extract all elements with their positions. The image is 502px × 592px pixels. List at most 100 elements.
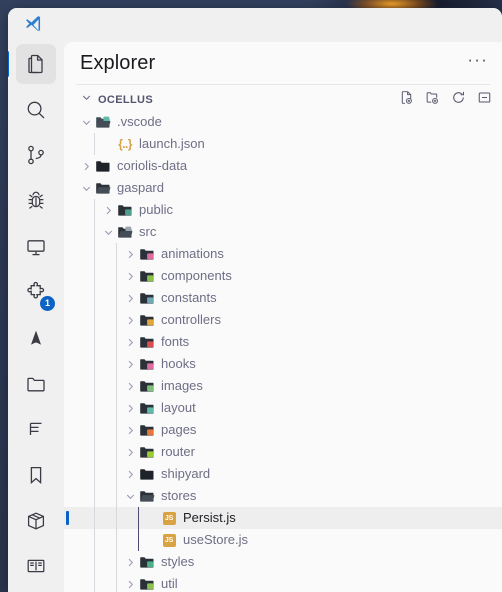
folder-hooks-icon <box>138 353 156 375</box>
indent-spacer <box>64 353 122 375</box>
tree-folder-row[interactable]: util <box>64 573 502 592</box>
folder-plain-icon <box>138 463 156 485</box>
refresh-icon[interactable] <box>451 90 466 110</box>
tree-file-row[interactable]: JS Persist.js <box>64 507 502 529</box>
tree-folder-row[interactable]: router <box>64 441 502 463</box>
new-folder-icon[interactable] <box>425 90 440 110</box>
indent-spacer <box>64 419 122 441</box>
tree-row-label: launch.json <box>139 136 205 151</box>
folder-components-icon <box>138 265 156 287</box>
activitybar-item-remote-explorer[interactable] <box>16 227 56 267</box>
indent-guide <box>116 485 117 507</box>
explorer-root-folder-row[interactable]: OCELLUS <box>64 89 502 111</box>
chevron-down-icon[interactable] <box>78 111 94 133</box>
activitybar-item-run-and-debug[interactable] <box>16 181 56 221</box>
chevron-right-icon[interactable] <box>122 375 138 397</box>
tree-file-row[interactable]: {..} launch.json <box>64 133 502 155</box>
activity-bar: 1 <box>8 42 64 592</box>
chevron-right-icon[interactable] <box>122 441 138 463</box>
chevron-right-icon[interactable] <box>122 397 138 419</box>
activitybar-item-explorer[interactable] <box>8 44 56 84</box>
chevron-down-icon[interactable] <box>122 485 138 507</box>
chevron-right-icon[interactable] <box>122 265 138 287</box>
chevron-right-icon[interactable] <box>100 199 116 221</box>
chevron-right-icon[interactable] <box>122 419 138 441</box>
tree-folder-row[interactable]: hooks <box>64 353 502 375</box>
bookmark-icon <box>24 463 48 487</box>
chevron-down-icon[interactable] <box>80 91 93 109</box>
file-tree[interactable]: .vscode {..} launch.json coriolis-data gaspa… <box>64 111 502 592</box>
indent-guide <box>94 485 95 507</box>
indent-guide <box>94 243 95 265</box>
tree-folder-row[interactable]: styles <box>64 551 502 573</box>
chevron-right-icon[interactable] <box>122 243 138 265</box>
chevron-down-icon[interactable] <box>78 177 94 199</box>
tree-folder-row[interactable]: animations <box>64 243 502 265</box>
activitybar-item-bookmarks[interactable] <box>16 455 56 495</box>
indent-guide <box>94 265 95 287</box>
folder-router-icon <box>138 441 156 463</box>
indent-guide <box>94 397 95 419</box>
chevron-right-icon[interactable] <box>122 353 138 375</box>
tree-row-label: coriolis-data <box>117 158 188 173</box>
folder-src-open-icon <box>116 221 134 243</box>
chevron-right-icon[interactable] <box>122 331 138 353</box>
indent-guide <box>138 529 139 551</box>
chevron-down-icon[interactable] <box>100 221 116 243</box>
tree-folder-row[interactable]: components <box>64 265 502 287</box>
folder-styles-icon <box>138 551 156 573</box>
json-file-icon: {..} <box>118 137 132 151</box>
chevron-right-icon[interactable] <box>122 573 138 592</box>
chevron-right-icon[interactable] <box>122 463 138 485</box>
tree-folder-row[interactable]: gaspard <box>64 177 502 199</box>
tree-folder-row[interactable]: .vscode <box>64 111 502 133</box>
tree-folder-row[interactable]: controllers <box>64 309 502 331</box>
tree-folder-row[interactable]: shipyard <box>64 463 502 485</box>
indent-guide <box>94 507 95 529</box>
tree-folder-row[interactable]: public <box>64 199 502 221</box>
indent-spacer <box>64 243 122 265</box>
indent-guide <box>94 529 95 551</box>
activitybar-item-extensions[interactable]: 1 <box>16 272 56 312</box>
activitybar-item-documentation[interactable] <box>16 546 56 586</box>
open-book-icon <box>24 554 48 578</box>
activitybar-item-source-control[interactable] <box>16 135 56 175</box>
indent-guide <box>116 507 117 529</box>
indent-guide <box>138 507 139 529</box>
explorer-more-actions-button[interactable]: ··· <box>467 51 488 71</box>
tree-row-label: hooks <box>161 356 196 371</box>
tree-row-label: animations <box>161 246 224 261</box>
activitybar-item-project-manager[interactable] <box>16 364 56 404</box>
tree-row-label: fonts <box>161 334 190 349</box>
tree-folder-row[interactable]: coriolis-data <box>64 155 502 177</box>
indent-spacer <box>64 507 144 529</box>
tree-folder-row[interactable]: src <box>64 221 502 243</box>
indent-guide <box>94 309 95 331</box>
activitybar-item-search[interactable] <box>16 90 56 130</box>
indent-guide <box>116 309 117 331</box>
tree-folder-row[interactable]: layout <box>64 397 502 419</box>
indent-guide <box>94 353 95 375</box>
tree-folder-row[interactable]: constants <box>64 287 502 309</box>
tree-row-label: Persist.js <box>183 510 236 525</box>
activitybar-item-outline[interactable] <box>16 409 56 449</box>
collapse-all-icon[interactable] <box>477 90 492 110</box>
chevron-right-icon[interactable] <box>122 551 138 573</box>
chevron-right-icon[interactable] <box>122 287 138 309</box>
search-icon <box>24 98 48 122</box>
tree-folder-row[interactable]: stores <box>64 485 502 507</box>
new-file-icon[interactable] <box>399 90 414 110</box>
tree-file-row[interactable]: JS useStore.js <box>64 529 502 551</box>
chevron-right-icon[interactable] <box>122 309 138 331</box>
tree-row-label: router <box>161 444 195 459</box>
chevron-right-icon[interactable] <box>78 155 94 177</box>
tree-folder-row[interactable]: fonts <box>64 331 502 353</box>
indent-guide <box>116 397 117 419</box>
indent-guide <box>116 419 117 441</box>
tree-folder-row[interactable]: pages <box>64 419 502 441</box>
tree-row-label: layout <box>161 400 196 415</box>
activitybar-item-vitest[interactable] <box>16 318 56 358</box>
activitybar-item-package-explorer[interactable] <box>16 501 56 541</box>
tree-folder-row[interactable]: images <box>64 375 502 397</box>
